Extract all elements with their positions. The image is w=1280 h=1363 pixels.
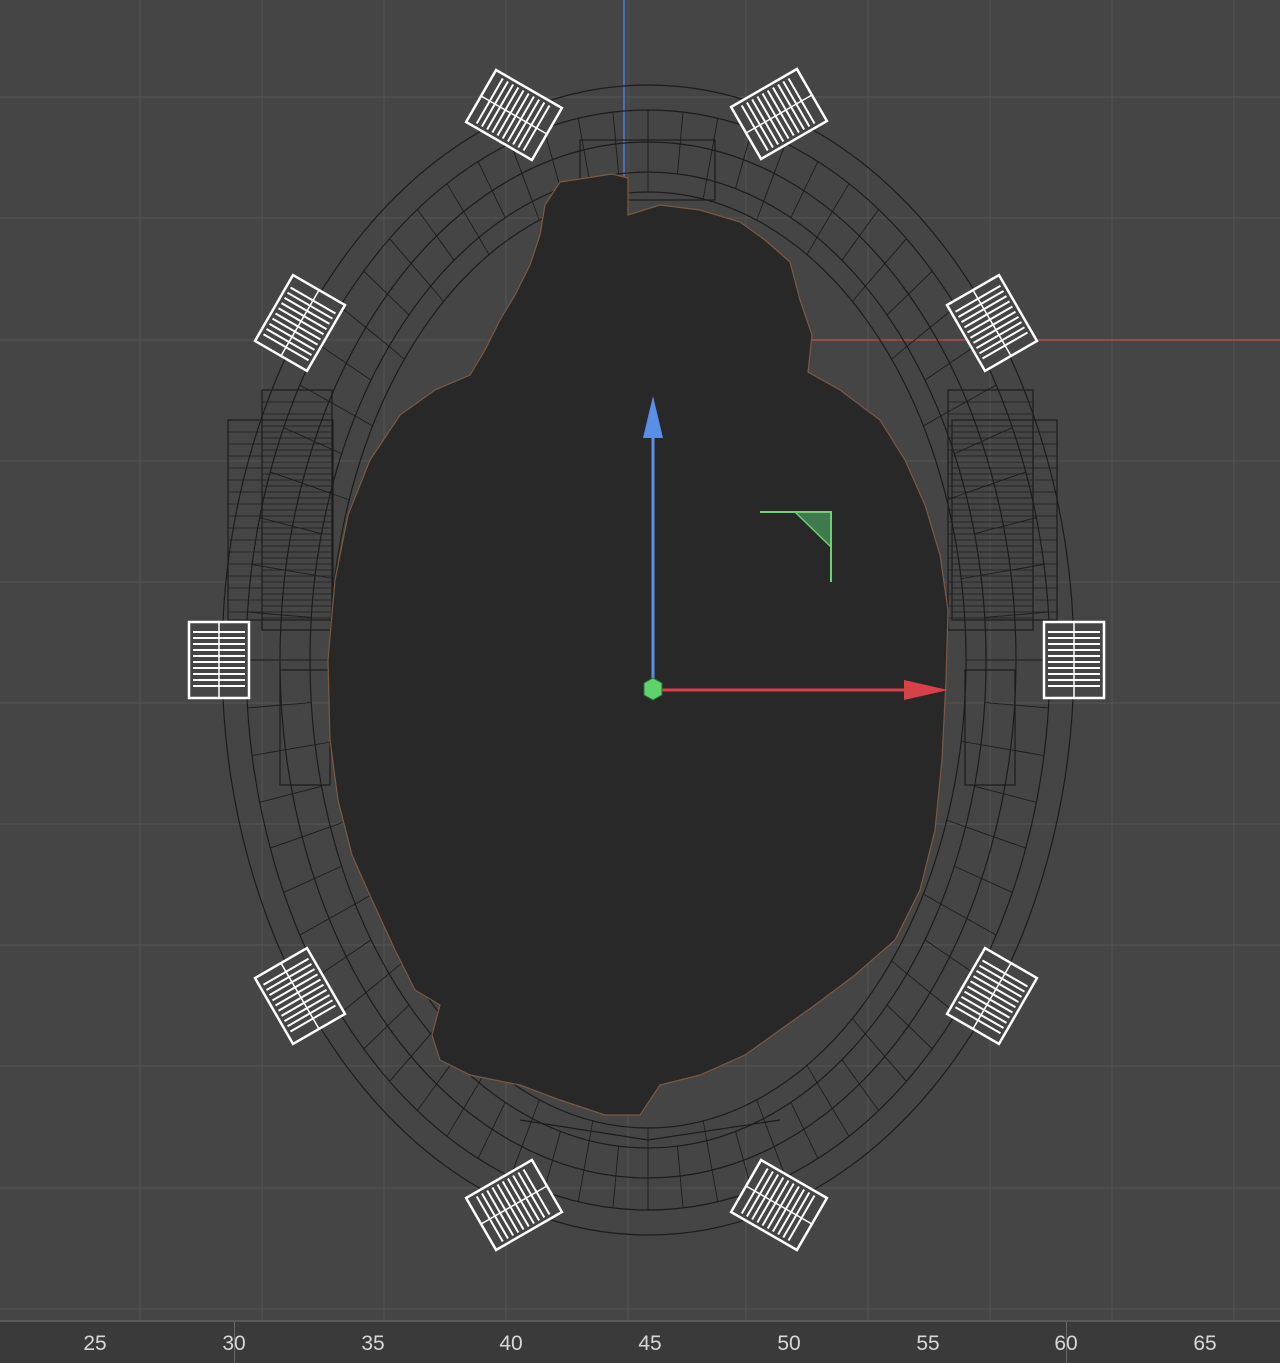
ruler-tick-label-45: 45 xyxy=(638,1332,662,1355)
ruler-tick-label-25: 25 xyxy=(83,1332,107,1355)
3d-viewport[interactable] xyxy=(0,0,1280,1320)
origin-point-icon[interactable] xyxy=(643,677,663,701)
scanned-mesh[interactable] xyxy=(327,173,949,1116)
ruler-major-tick xyxy=(1066,1322,1067,1363)
ruler-tick-label-50: 50 xyxy=(777,1332,801,1355)
camera-10-icon[interactable] xyxy=(729,1158,829,1252)
camera-9-icon[interactable] xyxy=(464,1158,564,1252)
camera-6-icon[interactable] xyxy=(1042,620,1106,700)
camera-5-icon[interactable] xyxy=(187,620,251,700)
camera-8-icon[interactable] xyxy=(945,946,1039,1046)
ruler-tick-label-65: 65 xyxy=(1193,1332,1217,1355)
camera-4-icon[interactable] xyxy=(945,273,1039,373)
viewport-scene[interactable] xyxy=(0,0,1280,1320)
camera-2-icon[interactable] xyxy=(729,67,829,161)
horizontal-ruler: 25 30 35 40 45 50 55 60 65 xyxy=(0,1320,1280,1363)
camera-3-icon[interactable] xyxy=(253,273,347,373)
ruler-tick-label-55: 55 xyxy=(916,1332,940,1355)
ruler-tick-label-35: 35 xyxy=(361,1332,385,1355)
ruler-major-tick xyxy=(234,1322,235,1363)
camera-7-icon[interactable] xyxy=(253,946,347,1046)
camera-1-icon[interactable] xyxy=(464,68,564,162)
ruler-tick-label-40: 40 xyxy=(499,1332,523,1355)
